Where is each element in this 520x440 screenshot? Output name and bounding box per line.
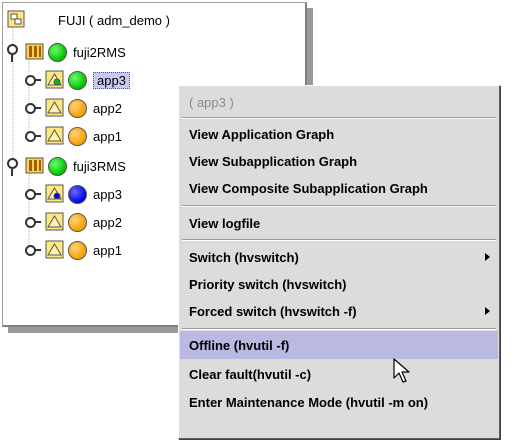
menu-separator xyxy=(182,328,496,330)
menu-separator xyxy=(182,239,496,241)
status-online-icon xyxy=(48,42,67,62)
tree-key-icon[interactable] xyxy=(5,158,21,176)
rms-node-icon xyxy=(25,157,44,174)
menu-item-label: View logfile xyxy=(189,215,261,231)
tree-app-app1-fuji2[interactable]: app1 xyxy=(25,123,122,149)
tree-root-label: FUJI ( adm_demo ) xyxy=(58,12,170,28)
tree-app-app3-fuji3[interactable]: app3 xyxy=(25,181,122,207)
tree-app-app3-fuji2[interactable]: app3 xyxy=(25,67,130,93)
tree-key-icon[interactable] xyxy=(25,74,41,86)
menu-item-label: Forced switch (hvswitch -f) xyxy=(189,303,357,319)
menu-item-label: View Subapplication Graph xyxy=(189,153,358,169)
tree-app-app2-fuji2[interactable]: app2 xyxy=(25,95,122,121)
status-offline-icon xyxy=(68,98,87,118)
menu-item-label: Clear fault(hvutil -c) xyxy=(189,366,312,382)
tree-key-icon[interactable] xyxy=(25,130,41,142)
application-icon xyxy=(45,240,64,259)
tree-app-label: app3 xyxy=(93,71,130,89)
tree-key-icon[interactable] xyxy=(25,216,41,228)
tree-app-label: app3 xyxy=(93,186,122,202)
status-online-icon xyxy=(48,156,67,176)
tree-key-icon[interactable] xyxy=(25,188,41,200)
menu-item-label: Offline (hvutil -f) xyxy=(189,337,290,353)
menu-item-label: Switch (hvswitch) xyxy=(189,249,299,265)
rms-node-icon xyxy=(25,43,44,60)
menu-item-label: View Composite Subapplication Graph xyxy=(189,180,428,196)
menu-header: ( app3 ) xyxy=(180,88,498,116)
context-menu: ( app3 ) View Application Graph View Sub… xyxy=(178,85,500,439)
menu-separator xyxy=(182,117,496,119)
status-standby-icon xyxy=(68,184,87,204)
menu-header-label: ( app3 ) xyxy=(189,94,234,110)
status-offline-icon xyxy=(68,126,87,146)
menu-item-offline[interactable]: Offline (hvutil -f) xyxy=(180,331,498,359)
tree-key-icon[interactable] xyxy=(5,44,21,62)
status-online-icon xyxy=(68,70,87,90)
application-icon xyxy=(45,184,64,203)
tree-app-label: app1 xyxy=(93,242,122,258)
menu-item-switch[interactable]: Switch (hvswitch) xyxy=(180,243,498,271)
tree-node-fuji2rms[interactable]: fuji2RMS xyxy=(5,39,126,65)
submenu-arrow-icon xyxy=(485,253,490,261)
tree-app-label: app1 xyxy=(93,128,122,144)
application-icon xyxy=(45,98,64,117)
tree-app-app2-fuji3[interactable]: app2 xyxy=(25,209,122,235)
menu-item-priority-switch[interactable]: Priority switch (hvswitch) xyxy=(180,270,498,298)
application-icon xyxy=(45,126,64,145)
menu-item-clear-fault[interactable]: Clear fault(hvutil -c) xyxy=(180,360,498,388)
menu-item-label: View Application Graph xyxy=(189,126,335,142)
tree-root[interactable]: FUJI ( adm_demo ) xyxy=(7,7,170,33)
menu-item-view-composite-subapplication-graph[interactable]: View Composite Subapplication Graph xyxy=(180,174,498,202)
menu-item-forced-switch[interactable]: Forced switch (hvswitch -f) xyxy=(180,297,498,325)
menu-item-view-logfile[interactable]: View logfile xyxy=(180,209,498,237)
tree-node-fuji3rms[interactable]: fuji3RMS xyxy=(5,153,126,179)
tree-app-label: app2 xyxy=(93,214,122,230)
menu-item-enter-maintenance-mode[interactable]: Enter Maintenance Mode (hvutil -m on) xyxy=(180,388,498,416)
tree-node-label: fuji2RMS xyxy=(73,44,126,60)
menu-item-view-subapplication-graph[interactable]: View Subapplication Graph xyxy=(180,147,498,175)
tree-key-icon[interactable] xyxy=(25,102,41,114)
menu-item-view-application-graph[interactable]: View Application Graph xyxy=(180,120,498,148)
tree-node-label: fuji3RMS xyxy=(73,158,126,174)
mouse-pointer-icon xyxy=(393,358,410,383)
menu-separator xyxy=(182,205,496,207)
cluster-root-icon xyxy=(7,10,25,28)
menu-item-label: Priority switch (hvswitch) xyxy=(189,276,347,292)
status-offline-icon xyxy=(68,240,87,260)
tree-app-label: app2 xyxy=(93,100,122,116)
menu-item-label: Enter Maintenance Mode (hvutil -m on) xyxy=(189,394,429,410)
submenu-arrow-icon xyxy=(485,307,490,315)
application-icon xyxy=(45,70,64,89)
status-offline-icon xyxy=(68,212,87,232)
tree-app-app1-fuji3[interactable]: app1 xyxy=(25,237,122,263)
application-icon xyxy=(45,212,64,231)
tree-key-icon[interactable] xyxy=(25,244,41,256)
